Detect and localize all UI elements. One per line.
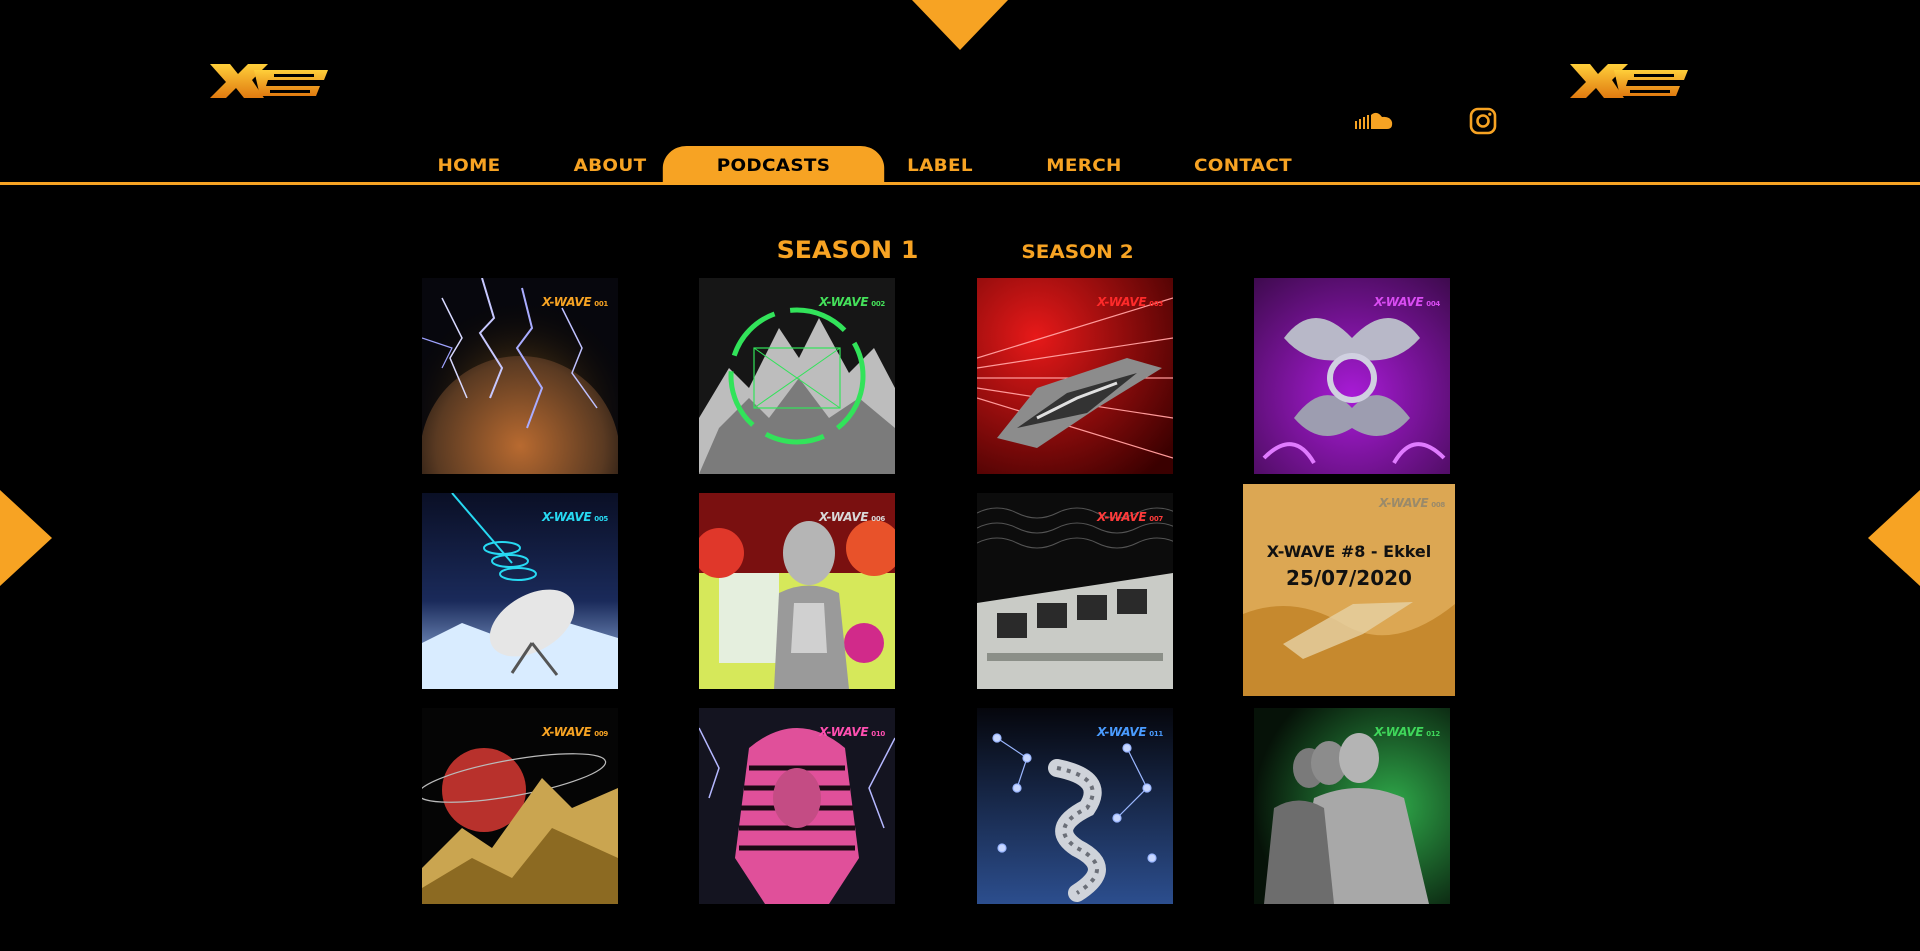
brand-text: X-WAVE <box>1097 510 1147 524</box>
podcast-tile-012[interactable]: X-WAVE 012 <box>1254 708 1450 904</box>
podcast-tile-004[interactable]: X-WAVE 004 <box>1254 278 1450 474</box>
main-nav: HOME ABOUT PODCASTS LABEL MERCH CONTACT <box>0 146 1920 186</box>
episode-brand: X-WAVE 010 <box>819 725 885 739</box>
brand-text: X-WAVE <box>1374 725 1424 739</box>
episode-brand: X-WAVE 006 <box>819 510 885 524</box>
prev-arrow[interactable] <box>0 490 52 586</box>
episode-number: 009 <box>594 730 608 738</box>
season-1-tab[interactable]: SEASON 1 <box>777 236 919 264</box>
episode-number: 007 <box>1149 515 1163 523</box>
next-arrow[interactable] <box>1868 490 1920 586</box>
episode-brand: X-WAVE 011 <box>1097 725 1163 739</box>
brand-text: X-WAVE <box>1379 496 1429 510</box>
episode-brand: X-WAVE 012 <box>1374 725 1440 739</box>
nav-podcasts[interactable]: PODCASTS <box>662 146 885 184</box>
logo-graphic <box>1570 64 1688 98</box>
podcast-tile-008[interactable]: X-WAVE 008 X-WAVE #8 - Ekkel 25/07/2020 <box>1243 484 1455 696</box>
podcast-tile-009[interactable]: X-WAVE 009 <box>422 708 618 904</box>
episode-brand: X-WAVE 004 <box>1374 295 1440 309</box>
brand-text: X-WAVE <box>542 725 592 739</box>
episode-number: 006 <box>871 515 885 523</box>
brand-text: X-WAVE <box>1097 295 1147 309</box>
episode-number: 004 <box>1426 300 1440 308</box>
episode-number: 008 <box>1431 501 1445 509</box>
episode-brand: X-WAVE 005 <box>542 510 608 524</box>
brand-text: X-WAVE <box>1374 295 1424 309</box>
podcast-tile-005[interactable]: X-WAVE 005 <box>422 493 618 689</box>
site-logo-left[interactable] <box>208 58 332 106</box>
podcast-tile-011[interactable]: X-WAVE 011 <box>977 708 1173 904</box>
episode-artwork <box>1243 484 1455 696</box>
nav-merch[interactable]: MERCH <box>1031 146 1137 186</box>
episode-brand: X-WAVE 003 <box>1097 295 1163 309</box>
episode-number: 011 <box>1149 730 1163 738</box>
episode-number: 003 <box>1149 300 1163 308</box>
podcast-tile-002[interactable]: X-WAVE 002 <box>699 278 895 474</box>
brand-text: X-WAVE <box>819 510 869 524</box>
episode-number: 002 <box>871 300 885 308</box>
podcast-tile-003[interactable]: X-WAVE 003 <box>977 278 1173 474</box>
nav-label[interactable]: LABEL <box>891 146 988 186</box>
instagram-icon <box>1469 107 1497 135</box>
nav-contact[interactable]: CONTACT <box>1178 146 1308 186</box>
episode-number: 010 <box>871 730 885 738</box>
podcast-tile-001[interactable]: X-WAVE 001 <box>422 278 618 474</box>
soundcloud-link[interactable] <box>1353 104 1395 138</box>
podcast-tile-007[interactable]: X-WAVE 007 <box>977 493 1173 689</box>
episode-number: 012 <box>1426 730 1440 738</box>
soundcloud-icon <box>1355 112 1393 129</box>
brand-text: X-WAVE <box>542 510 592 524</box>
podcast-tile-006[interactable]: X-WAVE 006 <box>699 493 895 689</box>
nav-about[interactable]: ABOUT <box>556 146 664 186</box>
brand-text: X-WAVE <box>1097 725 1147 739</box>
episode-number: 005 <box>594 515 608 523</box>
episode-date: 25/07/2020 <box>1286 566 1412 590</box>
brand-text: X-WAVE <box>819 725 869 739</box>
top-notch-decoration <box>912 0 1008 50</box>
season-2-tab[interactable]: SEASON 2 <box>1021 241 1133 263</box>
episode-brand: X-WAVE 008 <box>1379 496 1445 510</box>
site-logo-right[interactable] <box>1568 58 1692 106</box>
brand-text: X-WAVE <box>819 295 869 309</box>
podcast-tile-010[interactable]: X-WAVE 010 <box>699 708 895 904</box>
logo-graphic <box>210 64 328 98</box>
episode-brand: X-WAVE 009 <box>542 725 608 739</box>
episode-brand: X-WAVE 001 <box>542 295 608 309</box>
episode-title: X-WAVE #8 - Ekkel <box>1266 542 1432 561</box>
episode-number: 001 <box>594 300 608 308</box>
brand-text: X-WAVE <box>542 295 592 309</box>
instagram-link[interactable] <box>1466 104 1500 138</box>
episode-brand: X-WAVE 007 <box>1097 510 1163 524</box>
nav-divider <box>0 182 1920 185</box>
nav-home[interactable]: HOME <box>420 146 517 186</box>
episode-brand: X-WAVE 002 <box>819 295 885 309</box>
